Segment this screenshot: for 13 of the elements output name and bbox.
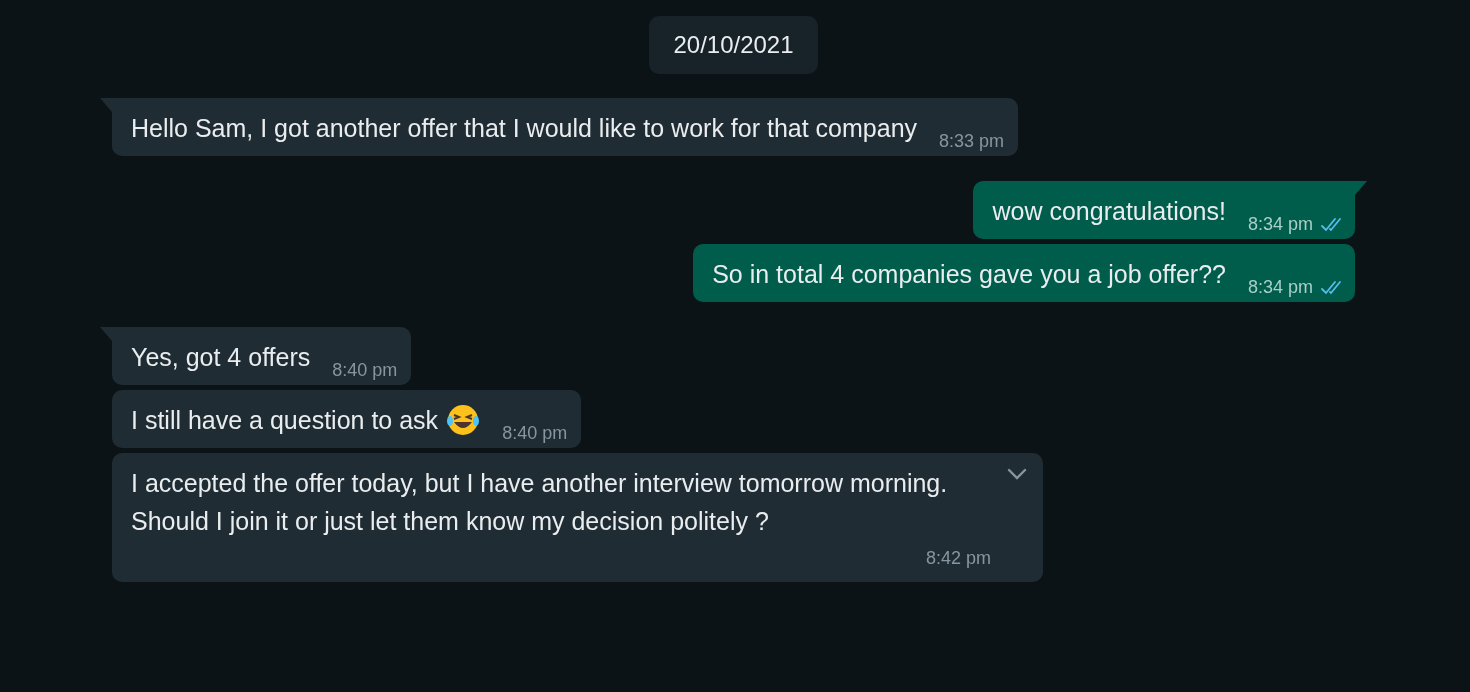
message-time: 8:33 pm: [939, 130, 1005, 153]
message-text: wow congratulations!: [992, 196, 1226, 227]
message-time: 8:40 pm: [502, 422, 568, 445]
message-text: Hello Sam, I got another offer that I would like to work for that company: [131, 113, 918, 144]
message-time: 8:42 pm: [925, 547, 991, 570]
message-time: 8:34 pm: [1247, 276, 1313, 299]
date-chip: 20/10/2021: [649, 16, 818, 74]
message-text: Yes, got 4 offers: [131, 342, 311, 373]
message-text: So in total 4 companies gave you a job offer??: [712, 259, 1226, 290]
message-time: 8:34 pm: [1247, 213, 1313, 236]
message-text: I still have a question to ask: [131, 405, 439, 436]
message-time: 8:40 pm: [332, 359, 398, 382]
message-text: I accepted the offer today, but I have another interview tomorrow morning. Should I join it or just let them know my decision politely ?: [131, 468, 949, 537]
